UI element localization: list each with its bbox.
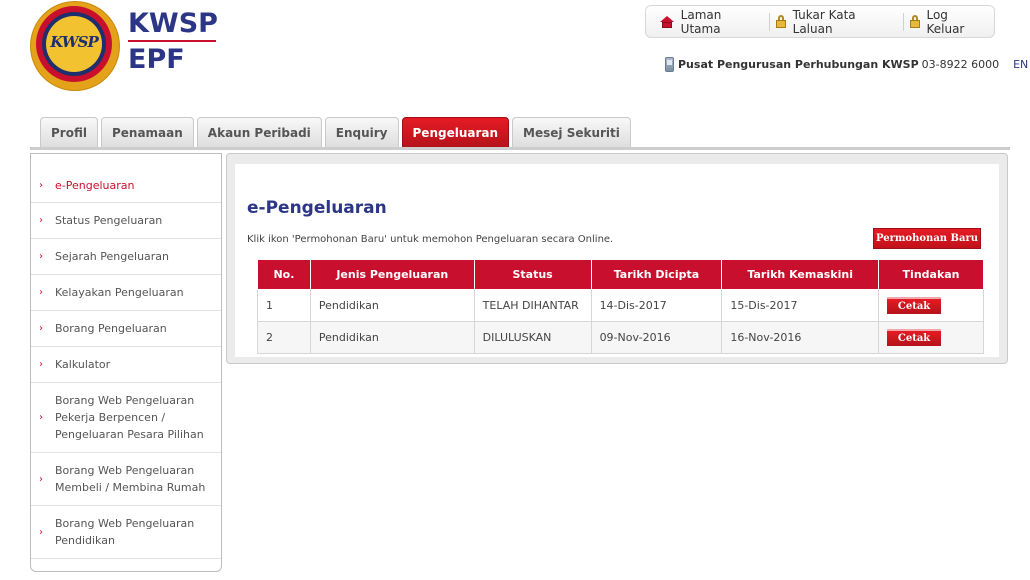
chevron-right-icon: › — [39, 251, 43, 262]
main-tabs: Profil Penamaan Akaun Peribadi Enquiry P… — [40, 117, 634, 147]
home-link-label: Laman Utama — [680, 7, 722, 36]
logo-line-2: EPF — [128, 44, 185, 75]
sidebar-item-label: Sejarah Pengeluaran — [55, 250, 170, 263]
cell-status: DILULUSKAN — [473, 321, 592, 354]
sidebar-item-label: Status Pengeluaran — [55, 214, 163, 227]
column-header-no: No. — [257, 259, 311, 290]
sidebar-item-label: e-Pengeluaran — [55, 178, 135, 192]
cell-status: TELAH DIHANTAR — [473, 289, 592, 322]
table-row: 1 Pendidikan TELAH DIHANTAR 14-Dis-2017 … — [257, 289, 984, 322]
print-button[interactable]: Cetak — [887, 329, 942, 346]
column-header-tindakan: Tindakan — [878, 259, 984, 290]
change-password-label: Tukar Kata Laluan — [792, 7, 856, 36]
sidebar-item-borang-web-rumah[interactable]: › Borang Web Pengeluaran Membeli / Membi… — [31, 453, 221, 506]
logout-link[interactable]: Log Keluar — [904, 8, 994, 36]
page-description: Klik ikon 'Permohonan Baru' untuk memoho… — [247, 234, 614, 245]
kwsp-logo[interactable]: KWSP KWSP EPF — [30, 0, 230, 92]
chevron-right-icon: › — [39, 323, 43, 334]
main-content: e-Pengeluaran Klik ikon 'Permohonan Baru… — [235, 164, 999, 357]
print-button[interactable]: Cetak — [887, 297, 942, 314]
lang-en-link[interactable]: EN — [1013, 58, 1028, 71]
column-header-jenis: Jenis Pengeluaran — [309, 259, 475, 290]
sidebar-item-label: Kalkulator — [55, 358, 111, 371]
tab-mesej-sekuriti[interactable]: Mesej Sekuriti — [512, 117, 631, 147]
cell-no: 2 — [257, 321, 311, 354]
sidebar-item-borang-web-pesara[interactable]: › Borang Web Pengeluaran Pekerja Berpenc… — [31, 383, 221, 453]
tab-enquiry[interactable]: Enquiry — [324, 117, 399, 147]
logo-rule — [128, 40, 216, 42]
sidebar-item-label: Borang Web Pengeluaran Pekerja Berpencen… — [55, 394, 204, 441]
sidebar-item-label: Kelayakan Pengeluaran — [55, 286, 184, 299]
home-icon — [660, 15, 674, 28]
sidebar-item-sejarah-pengeluaran[interactable]: › Sejarah Pengeluaran — [31, 239, 221, 275]
tab-penamaan[interactable]: Penamaan — [100, 117, 194, 147]
new-application-button[interactable]: Permohonan Baru — [873, 228, 981, 249]
language-switcher: EN|BM — [1013, 58, 1030, 71]
sidebar-item-kalkulator[interactable]: › Kalkulator — [31, 347, 221, 383]
sidebar-item-label: Borang Web Pengeluaran Pendidikan — [55, 517, 195, 547]
lock-icon — [909, 15, 920, 28]
cell-tindakan: Cetak — [878, 289, 984, 322]
column-header-status: Status — [473, 259, 592, 290]
contact-info: Pusat Pengurusan Perhubungan KWSP 03-892… — [665, 57, 1030, 72]
tab-pengeluaran[interactable]: Pengeluaran — [401, 117, 510, 147]
chevron-right-icon: › — [39, 526, 43, 538]
phone-icon — [665, 57, 674, 72]
sidebar-item-e-pengeluaran[interactable]: › e-Pengeluaran — [31, 168, 221, 203]
sidebar-item-label: Borang Pengeluaran — [55, 322, 167, 335]
cell-jenis: Pendidikan — [309, 321, 475, 354]
tab-bar-rule — [30, 147, 1010, 150]
contact-label: Pusat Pengurusan Perhubungan KWSP — [678, 58, 919, 71]
chevron-right-icon: › — [39, 179, 43, 191]
change-password-link[interactable]: Tukar Kata Laluan — [770, 8, 903, 36]
cell-no: 1 — [257, 289, 311, 322]
main-panel: e-Pengeluaran Klik ikon 'Permohonan Baru… — [226, 153, 1008, 364]
sidebar: › e-Pengeluaran › Status Pengeluaran › S… — [30, 153, 222, 572]
home-link[interactable]: Laman Utama — [654, 8, 769, 36]
contact-phone: 03-8922 6000 — [921, 58, 1000, 71]
sidebar-item-label: Borang Web Pengeluaran Membeli / Membina… — [55, 464, 206, 494]
withdrawal-table: No. Jenis Pengeluaran Status Tarikh Dici… — [257, 259, 984, 354]
logo-mark: KWSP — [50, 33, 98, 51]
cell-tarikh-dicipta: 09-Nov-2016 — [590, 321, 723, 354]
logout-label: Log Keluar — [926, 7, 965, 36]
chevron-right-icon: › — [39, 287, 43, 298]
cell-tarikh-kemaskini: 15-Dis-2017 — [721, 289, 880, 322]
cell-tarikh-dicipta: 14-Dis-2017 — [590, 289, 723, 322]
chevron-right-icon: › — [39, 412, 43, 423]
tab-akaun-peribadi[interactable]: Akaun Peribadi — [196, 117, 322, 147]
column-header-tarikh-kemaskini: Tarikh Kemaskini — [721, 259, 880, 290]
cell-tarikh-kemaskini: 16-Nov-2016 — [721, 321, 880, 354]
sidebar-item-status-pengeluaran[interactable]: › Status Pengeluaran — [31, 203, 221, 239]
chevron-right-icon: › — [39, 215, 43, 226]
column-header-tarikh-dicipta: Tarikh Dicipta — [590, 259, 723, 290]
top-nav: Laman Utama Tukar Kata Laluan Log Keluar — [645, 5, 995, 38]
table-row: 2 Pendidikan DILULUSKAN 09-Nov-2016 16-N… — [257, 321, 984, 354]
logo-wordmark: KWSP EPF — [128, 9, 218, 74]
logo-line-1: KWSP — [128, 8, 218, 39]
table-header-row: No. Jenis Pengeluaran Status Tarikh Dici… — [257, 259, 984, 290]
cell-jenis: Pendidikan — [309, 289, 475, 322]
sidebar-item-borang-web-pendidikan[interactable]: › Borang Web Pengeluaran Pendidikan — [31, 506, 221, 559]
sidebar-item-kelayakan-pengeluaran[interactable]: › Kelayakan Pengeluaran — [31, 275, 221, 311]
sidebar-item-borang-pengeluaran[interactable]: › Borang Pengeluaran — [31, 311, 221, 347]
page-title: e-Pengeluaran — [247, 198, 387, 218]
lock-icon — [775, 15, 786, 28]
cell-tindakan: Cetak — [878, 321, 984, 354]
chevron-right-icon: › — [39, 359, 43, 370]
tab-profil[interactable]: Profil — [40, 117, 98, 147]
chevron-right-icon: › — [39, 473, 43, 485]
